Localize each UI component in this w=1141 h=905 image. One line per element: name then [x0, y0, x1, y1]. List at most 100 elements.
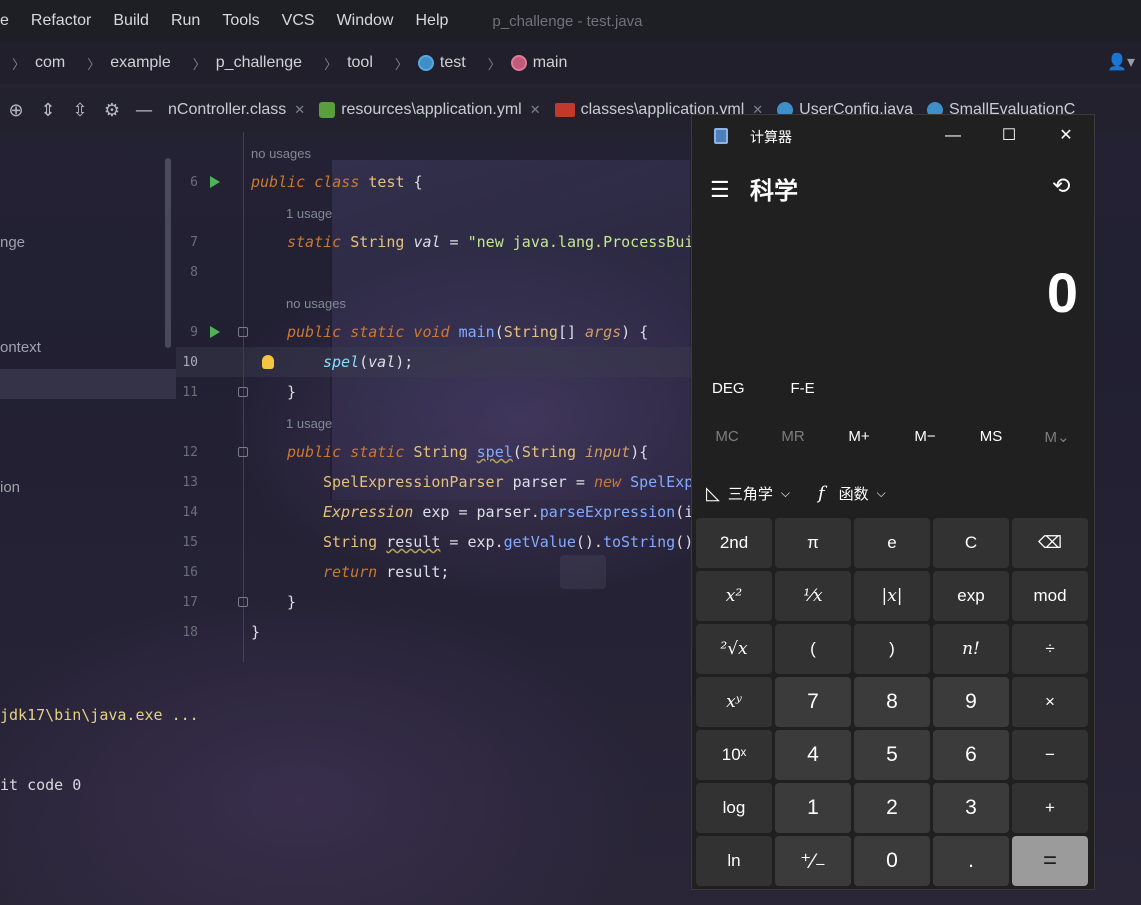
key-subtract[interactable]: −: [1012, 730, 1088, 780]
function-dropdown[interactable]: 函数: [839, 483, 869, 504]
key-2[interactable]: 2: [854, 783, 930, 833]
menu-help[interactable]: Help: [415, 12, 448, 30]
close-icon[interactable]: ✕: [1055, 125, 1077, 147]
breadcrumb-test[interactable]: 〉 test: [395, 54, 466, 73]
run-gutter-icon[interactable]: [210, 326, 220, 338]
fold-icon[interactable]: [238, 327, 248, 337]
key-open-paren[interactable]: (: [775, 624, 851, 674]
code-token: val: [413, 233, 441, 251]
key-sqrt[interactable]: ²√x: [696, 624, 772, 674]
minimize-panel-icon[interactable]: —: [128, 100, 160, 121]
triangle-icon: ◺: [706, 483, 720, 503]
menu-build[interactable]: Build: [113, 12, 149, 30]
deg-button[interactable]: DEG: [712, 380, 745, 397]
run-console[interactable]: jdk17\bin\java.exe ... it code 0: [0, 662, 700, 905]
breadcrumb-p-challenge[interactable]: 〉 p_challenge: [193, 54, 302, 73]
minimize-icon[interactable]: —: [942, 125, 964, 147]
expand-all-icon[interactable]: ⇕: [32, 100, 64, 121]
usage-hint[interactable]: 1 usage: [286, 416, 332, 431]
breadcrumb-main[interactable]: 〉 main: [488, 54, 568, 73]
key-multiply[interactable]: ×: [1012, 677, 1088, 727]
close-icon[interactable]: ✕: [530, 102, 541, 118]
locate-icon[interactable]: ⊕: [0, 100, 32, 121]
lightbulb-icon[interactable]: [262, 355, 274, 369]
key-ln[interactable]: ln: [696, 836, 772, 886]
usage-hint[interactable]: no usages: [251, 146, 311, 161]
project-selection: [0, 369, 176, 399]
history-icon[interactable]: ⟲: [1052, 173, 1070, 199]
key-divide[interactable]: ÷: [1012, 624, 1088, 674]
key-mod[interactable]: mod: [1012, 571, 1088, 621]
maximize-icon[interactable]: ☐: [998, 125, 1020, 147]
menu-run[interactable]: Run: [171, 12, 200, 30]
code-token: exp = parser.: [422, 503, 540, 521]
key-8[interactable]: 8: [854, 677, 930, 727]
tab-controller-class[interactable]: nController.class ✕: [168, 101, 305, 119]
key-square[interactable]: x²: [696, 571, 772, 621]
key-4[interactable]: 4: [775, 730, 851, 780]
calculator-titlebar[interactable]: 计算器 — ☐ ✕: [692, 115, 1096, 157]
code-line: 18 }: [176, 617, 696, 647]
m-minus-button[interactable]: M−: [892, 428, 958, 446]
key-equals[interactable]: =: [1012, 836, 1088, 886]
mc-button[interactable]: MC: [694, 428, 760, 446]
fe-button[interactable]: F-E: [791, 380, 815, 397]
usage-hint[interactable]: 1 usage: [286, 206, 332, 221]
project-scrollbar[interactable]: [165, 158, 171, 348]
key-6[interactable]: 6: [933, 730, 1009, 780]
breadcrumb-tool[interactable]: 〉 tool: [324, 54, 373, 73]
code-editor[interactable]: no usages 6 public class test { 1 usage …: [176, 132, 696, 662]
fold-icon[interactable]: [238, 447, 248, 457]
key-reciprocal[interactable]: ¹⁄x: [775, 571, 851, 621]
hamburger-menu-icon[interactable]: ☰: [710, 177, 730, 203]
chevron-right-icon: 〉: [394, 56, 408, 72]
tab-resources-yml[interactable]: resources\application.yml ✕: [319, 101, 541, 119]
gear-icon[interactable]: ⚙: [96, 100, 128, 121]
project-item[interactable]: ontext: [0, 339, 41, 356]
m-plus-button[interactable]: M+: [826, 428, 892, 446]
close-icon[interactable]: ✕: [294, 102, 305, 118]
key-power[interactable]: xʸ: [696, 677, 772, 727]
fold-icon[interactable]: [238, 387, 248, 397]
breadcrumb-example[interactable]: 〉 example: [87, 54, 171, 73]
code-token: public class: [251, 173, 369, 191]
menu-refactor[interactable]: Refactor: [31, 12, 91, 30]
key-e[interactable]: e: [854, 518, 930, 568]
usage-hint[interactable]: no usages: [286, 296, 346, 311]
key-1[interactable]: 1: [775, 783, 851, 833]
key-pi[interactable]: π: [775, 518, 851, 568]
key-close-paren[interactable]: ): [854, 624, 930, 674]
key-clear[interactable]: C: [933, 518, 1009, 568]
key-0[interactable]: 0: [854, 836, 930, 886]
key-add[interactable]: +: [1012, 783, 1088, 833]
key-ten-power[interactable]: 10ˣ: [696, 730, 772, 780]
run-gutter-icon[interactable]: [210, 176, 220, 188]
mr-button[interactable]: MR: [760, 428, 826, 446]
menu-tools[interactable]: Tools: [222, 12, 259, 30]
breadcrumb-com[interactable]: 〉 com: [12, 54, 65, 73]
key-negate[interactable]: ⁺⁄₋: [775, 836, 851, 886]
key-2nd[interactable]: 2nd: [696, 518, 772, 568]
ms-button[interactable]: MS: [958, 428, 1024, 446]
menu-file-partial[interactable]: e: [0, 12, 9, 30]
key-abs[interactable]: |x|: [854, 571, 930, 621]
project-item[interactable]: ion: [0, 479, 20, 496]
chevron-right-icon: 〉: [487, 56, 501, 72]
key-exp[interactable]: exp: [933, 571, 1009, 621]
user-icon[interactable]: 👤▾: [1107, 52, 1135, 72]
memory-list-button[interactable]: M⌄: [1024, 428, 1090, 446]
menu-vcs[interactable]: VCS: [282, 12, 315, 30]
fold-icon[interactable]: [238, 597, 248, 607]
key-7[interactable]: 7: [775, 677, 851, 727]
key-decimal[interactable]: .: [933, 836, 1009, 886]
key-3[interactable]: 3: [933, 783, 1009, 833]
key-factorial[interactable]: n!: [933, 624, 1009, 674]
collapse-all-icon[interactable]: ⇳: [64, 100, 96, 121]
key-9[interactable]: 9: [933, 677, 1009, 727]
key-backspace[interactable]: ⌫: [1012, 518, 1088, 568]
key-log[interactable]: log: [696, 783, 772, 833]
key-5[interactable]: 5: [854, 730, 930, 780]
menu-window[interactable]: Window: [337, 12, 394, 30]
trig-dropdown[interactable]: 三角学: [728, 483, 773, 504]
project-item[interactable]: nge: [0, 234, 25, 251]
